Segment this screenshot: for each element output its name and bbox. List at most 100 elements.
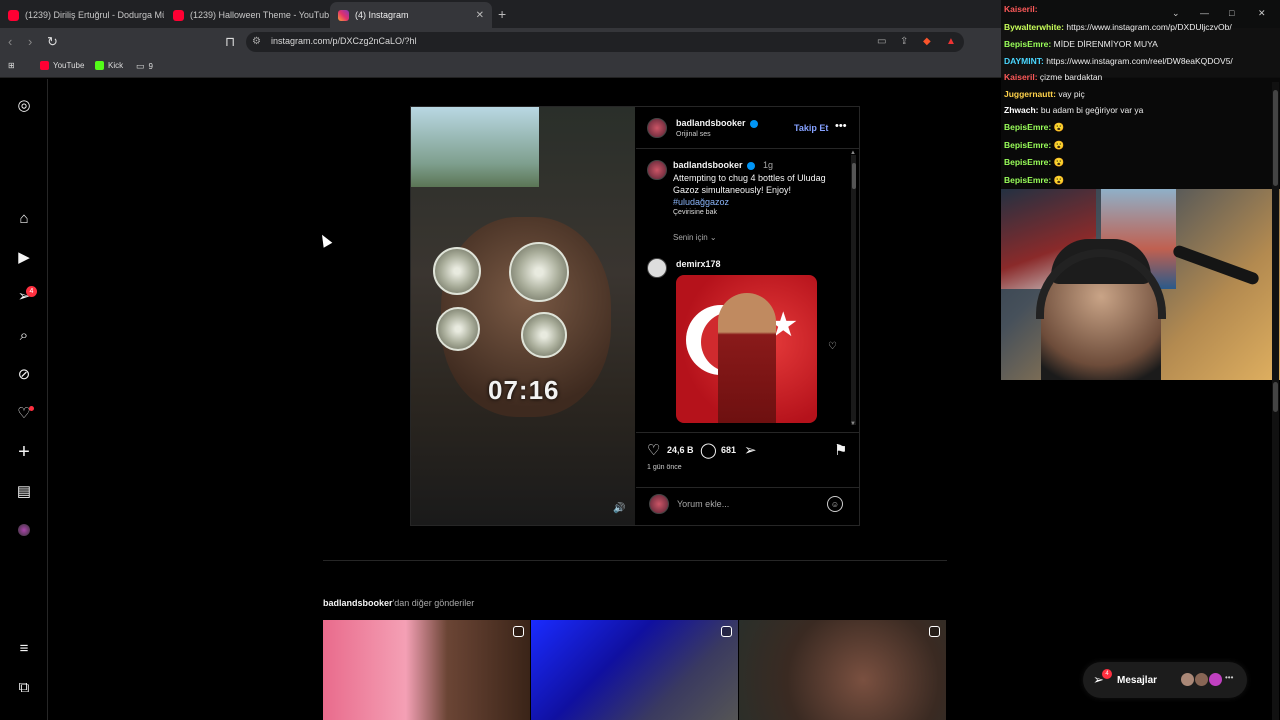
comment-like-icon[interactable]: ♡ [828, 341, 837, 352]
scroll-down-icon[interactable]: ▼ [850, 421, 856, 427]
scroll-up-icon[interactable]: ▲ [850, 150, 856, 156]
save-icon[interactable]: ⚑ [834, 441, 847, 459]
for-you-dropdown[interactable]: Senin için ⌄ [673, 233, 717, 242]
new-tab-icon[interactable]: + [498, 6, 506, 22]
chat-user: Kaiseril: [1004, 72, 1038, 82]
chat-user: BepisEmre: [1004, 122, 1052, 132]
audio-label[interactable]: Orijinal ses [676, 131, 711, 138]
caption-text: Attempting to chug 4 bottles of Uludag G… [673, 173, 826, 195]
close-tab-icon[interactable]: ✕ [476, 10, 484, 21]
bookmark-kick[interactable]: Kick [95, 61, 123, 70]
post-video[interactable]: 07:16 🔊 [411, 107, 635, 525]
instagram-logo-icon[interactable]: ◎ [14, 95, 34, 115]
caption-age: 1g [763, 160, 774, 170]
chat-text: bu adam bi geğiriyor var ya [1040, 105, 1144, 115]
bookmark-youtube[interactable]: YouTube [40, 61, 84, 70]
comment-image[interactable]: ★ [676, 275, 817, 423]
chat-text: 😮 [1053, 140, 1065, 150]
tab-instagram[interactable]: (4) Instagram ✕ [330, 2, 492, 28]
cast-icon[interactable]: ▭ [877, 36, 886, 47]
caption-avatar[interactable] [647, 160, 667, 180]
forward-icon[interactable]: › [28, 34, 32, 49]
explore-icon[interactable]: ⊘ [14, 364, 34, 384]
more-options-icon[interactable]: ••• [835, 120, 847, 132]
author-avatar[interactable] [647, 118, 667, 138]
commenter-avatar[interactable] [647, 258, 667, 278]
menu-icon[interactable]: ≡ [14, 638, 34, 658]
post-author[interactable]: badlandsbooker [676, 118, 758, 128]
instagram-sidebar [0, 79, 48, 720]
kick-icon [95, 61, 104, 70]
tab-halloween[interactable]: (1239) Halloween Theme - YouTube [165, 2, 329, 28]
post-thumbnail[interactable] [739, 620, 946, 720]
hero-figure [718, 293, 776, 423]
see-translation-link[interactable]: Çevirisine bak [673, 209, 717, 216]
chat-user: DAYMINT: [1004, 56, 1044, 66]
video-timer-overlay: 07:16 [488, 375, 560, 405]
create-icon[interactable]: + [14, 441, 34, 463]
hashtag-link[interactable]: #uludağgazoz [673, 197, 729, 207]
youtube-icon [40, 61, 49, 70]
bookmark-label: Kick [108, 61, 124, 70]
post-thumbnail[interactable] [323, 620, 530, 720]
reel-icon [513, 626, 524, 637]
page-scroll-thumb[interactable] [1273, 382, 1278, 412]
bookmark-label: 9 [148, 62, 153, 71]
comment-icon[interactable]: ◯ [700, 441, 717, 459]
threads-icon[interactable]: ⧉ [14, 677, 34, 697]
home-icon[interactable]: ⌂ [14, 208, 34, 228]
section-divider [323, 560, 947, 561]
profile-icon[interactable] [14, 520, 34, 540]
reel-icon [721, 626, 732, 637]
chat-user: BepisEmre: [1004, 175, 1052, 185]
chat-user: BepisEmre: [1004, 140, 1052, 150]
commenter-name[interactable]: demirx178 [676, 259, 721, 269]
search-icon[interactable]: ⌕ [14, 325, 34, 345]
sound-icon[interactable]: 🔊 [613, 503, 625, 514]
messages-label: Mesajlar [1117, 675, 1158, 686]
chat-text: çizme bardaktan [1039, 72, 1103, 82]
reels-icon[interactable]: ▶ [14, 247, 34, 267]
follow-button[interactable]: Takip Et [794, 123, 828, 133]
back-icon[interactable]: ‹ [8, 34, 12, 49]
divider [636, 487, 859, 488]
chat-user: Zhwach: [1004, 105, 1039, 115]
chat-text: 😮 [1053, 122, 1065, 132]
caption-author[interactable]: badlandsbooker 1g [673, 160, 773, 170]
bookmark-label: YouTube [53, 61, 85, 70]
bottle [433, 247, 481, 295]
more-posts-author[interactable]: badlandsbooker [323, 598, 393, 608]
contact-avatar [1208, 672, 1223, 687]
my-avatar [649, 494, 669, 514]
like-icon[interactable]: ♡ [647, 441, 660, 459]
chat-message: Zhwach: bu adam bi geğiriyor var ya [1004, 105, 1280, 115]
bookmark-page-icon[interactable]: ⊓ [225, 34, 235, 50]
chat-message: BepisEmre: 😮 [1004, 140, 1280, 151]
share-icon[interactable]: ⇪ [900, 36, 908, 47]
brave-rewards-icon[interactable]: ▲ [946, 36, 956, 47]
tab-dirilis[interactable]: (1239) Diriliş Ertuğrul - Dodurga Mü: [0, 2, 164, 28]
comments-scroll-thumb[interactable] [852, 163, 856, 189]
bookmark-folder[interactable]: ▭ 9 [136, 61, 153, 72]
reload-icon[interactable]: ↻ [47, 34, 58, 50]
chat-user: BepisEmre: [1004, 39, 1052, 49]
divider [636, 432, 859, 433]
chat-message: Bywalterwhite: https://www.instagram.com… [1004, 22, 1280, 32]
apps-grid-icon[interactable]: ⊞ [8, 61, 15, 70]
post-thumbnail[interactable] [531, 620, 738, 720]
tab-title: (1239) Diriliş Ertuğrul - Dodurga Mü: [25, 10, 164, 20]
microphone [1171, 243, 1261, 287]
caption-author-name: badlandsbooker [673, 160, 743, 170]
caption: Attempting to chug 4 bottles of Uludag G… [673, 172, 845, 208]
emoji-icon[interactable]: ☺ [827, 496, 843, 512]
more-posts-heading: badlandsbooker'dan diğer gönderiler [323, 598, 474, 608]
page-scroll-thumb[interactable] [1273, 90, 1278, 186]
comments-scrollbar[interactable] [851, 155, 856, 425]
brave-shield-icon[interactable]: ◆ [923, 36, 931, 47]
dashboard-icon[interactable]: ▤ [14, 481, 34, 501]
site-settings-icon[interactable]: ⚙ [252, 36, 261, 47]
share-icon[interactable]: ➢ [744, 441, 757, 459]
comment-input[interactable]: Yorum ekle... [677, 499, 729, 509]
more-contacts-icon: ••• [1225, 673, 1234, 682]
chat-text: 😮 [1053, 157, 1065, 167]
